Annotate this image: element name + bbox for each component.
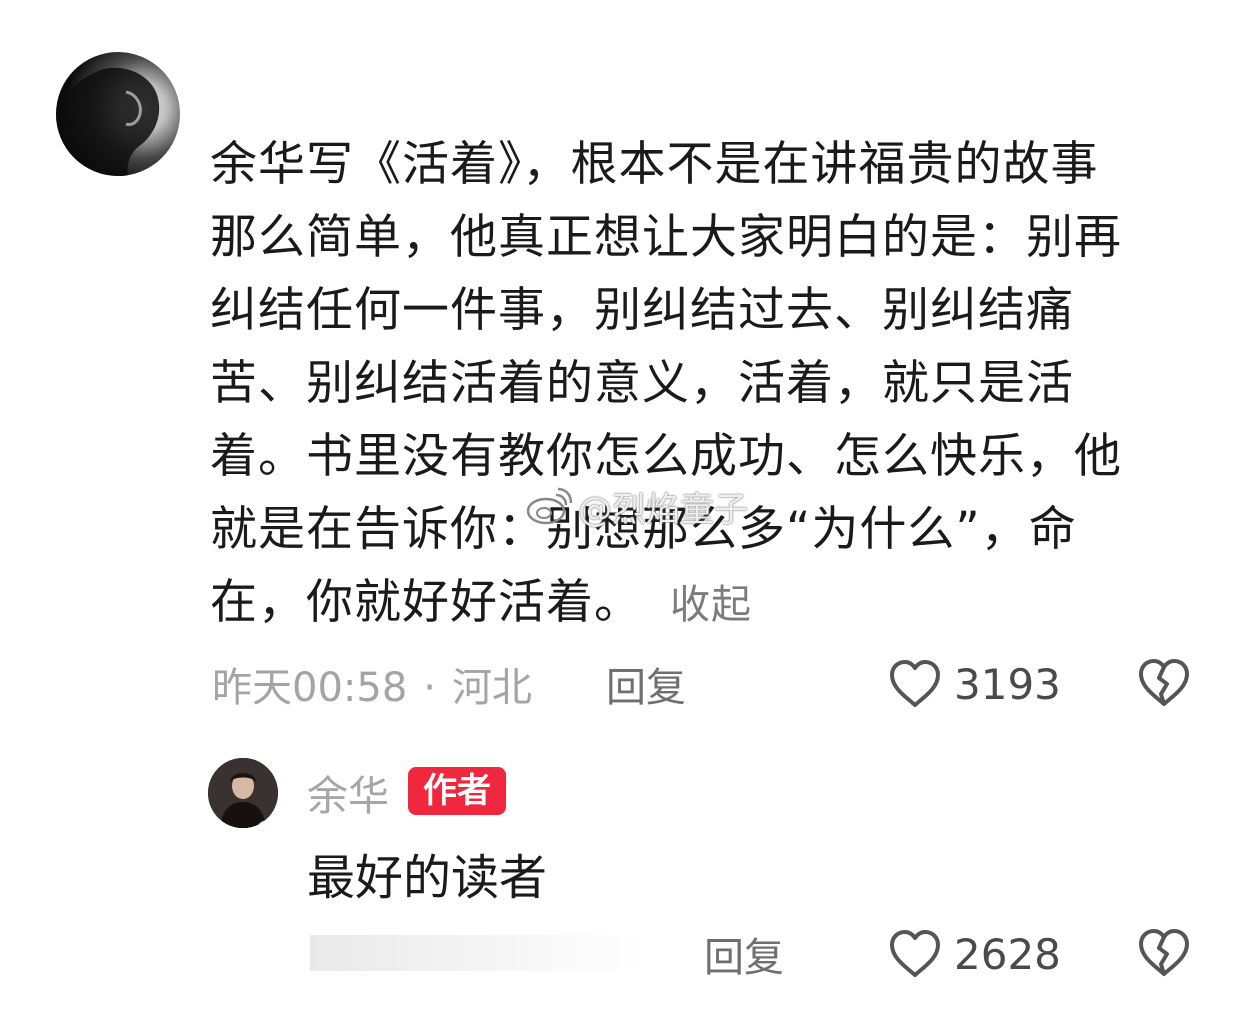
comment-line: 纠结任何一件事，别纠结过去、别纠结痛 [210, 283, 1074, 338]
reply-reply-button[interactable]: 回复 [704, 925, 784, 983]
comment-like-button[interactable]: 3193 [888, 656, 1061, 712]
comment-like-count: 3193 [954, 659, 1061, 709]
author-badge: 作者 [408, 767, 506, 815]
reply-dislike-button[interactable] [1137, 928, 1191, 978]
comment-line: 苦、别纠结活着的意义，活着，就只是活 [210, 356, 1074, 411]
comment-line: 余华写《活着》，根本不是在讲福贵的故事 [210, 137, 1099, 192]
reply-like-count: 2628 [954, 929, 1061, 979]
broken-heart-icon [1139, 929, 1189, 976]
comment-line: 就是在告诉你：别想那么多“为什么”，命 [210, 502, 1077, 557]
comment-timestamp: 昨天00:58 [212, 665, 408, 711]
comment-line: 那么简单，他真正想让大家明白的是：别再 [210, 210, 1122, 265]
comment-reply-button[interactable]: 回复 [606, 655, 686, 713]
comment-meta: 昨天00:58 · 河北 [212, 655, 532, 715]
comment-line: 着。书里没有教你怎么成功、怎么快乐，他 [210, 429, 1122, 484]
commenter-avatar[interactable] [56, 52, 180, 176]
comment-line-last: 在，你就好好活着。 收起 [210, 566, 1210, 639]
reply-author-avatar[interactable] [208, 758, 278, 828]
broken-heart-icon [1139, 659, 1189, 706]
reply-body: 最好的读者 [307, 850, 548, 906]
collapse-button[interactable]: 收起 [670, 582, 752, 628]
comment-line-text: 在，你就好好活着。 [210, 575, 642, 630]
comment-body: 余华写《活着》，根本不是在讲福贵的故事 那么简单，他真正想让大家明白的是：别再 … [210, 128, 1210, 639]
heart-icon [890, 660, 940, 707]
comment-dislike-button[interactable] [1137, 658, 1191, 708]
meta-separator: · [423, 665, 436, 711]
reply-author-name[interactable]: 余华 [307, 762, 389, 822]
heart-icon [890, 930, 940, 977]
reply-like-button[interactable]: 2628 [888, 926, 1061, 982]
comment-location: 河北 [452, 665, 532, 711]
reply-meta-blurred [310, 935, 650, 971]
